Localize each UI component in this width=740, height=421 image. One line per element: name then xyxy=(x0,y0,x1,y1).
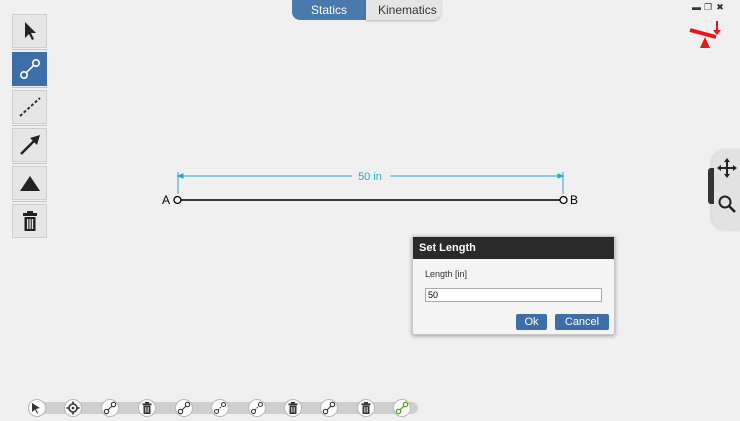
move-arrows-icon xyxy=(717,158,737,178)
history-step[interactable] xyxy=(284,399,302,417)
history-step[interactable] xyxy=(393,399,411,417)
history-timeline xyxy=(28,395,418,421)
length-field-label: Length [in] xyxy=(425,269,468,279)
history-step[interactable] xyxy=(28,399,46,417)
history-step[interactable] xyxy=(211,399,229,417)
pointer-icon xyxy=(32,403,40,414)
history-step[interactable] xyxy=(138,399,156,417)
length-input[interactable] xyxy=(425,288,602,302)
member-link-active-icon xyxy=(395,401,409,415)
ok-button[interactable]: Ok xyxy=(516,314,547,330)
magnifier-icon xyxy=(718,195,736,213)
pan-button[interactable] xyxy=(714,155,740,181)
history-step[interactable] xyxy=(320,399,338,417)
member-link-icon xyxy=(322,401,336,415)
point-b-label: B xyxy=(570,193,578,207)
cancel-button[interactable]: Cancel xyxy=(555,314,609,330)
drawing-canvas[interactable]: 50 in A B xyxy=(0,0,740,395)
dialog-title: Set Length xyxy=(413,237,614,259)
history-step[interactable] xyxy=(101,399,119,417)
history-step[interactable] xyxy=(248,399,266,417)
zoom-button[interactable] xyxy=(714,191,740,217)
dashed-member-icon xyxy=(214,402,226,414)
set-length-dialog: Set Length Length [in] Ok Cancel xyxy=(412,236,615,335)
gear-icon xyxy=(66,401,80,415)
dashed-member-icon xyxy=(251,402,263,414)
member-link-icon xyxy=(177,401,191,415)
trash-icon xyxy=(288,402,298,414)
joint-b[interactable] xyxy=(559,195,568,205)
joint-a[interactable] xyxy=(173,195,182,205)
history-step[interactable] xyxy=(357,399,375,417)
dimension-label: 50 in xyxy=(358,171,382,183)
history-step[interactable] xyxy=(175,399,193,417)
history-step[interactable] xyxy=(64,399,82,417)
point-a-label: A xyxy=(162,193,170,207)
member-link-icon xyxy=(103,401,117,415)
trash-icon xyxy=(361,402,371,414)
trash-icon xyxy=(142,402,152,414)
